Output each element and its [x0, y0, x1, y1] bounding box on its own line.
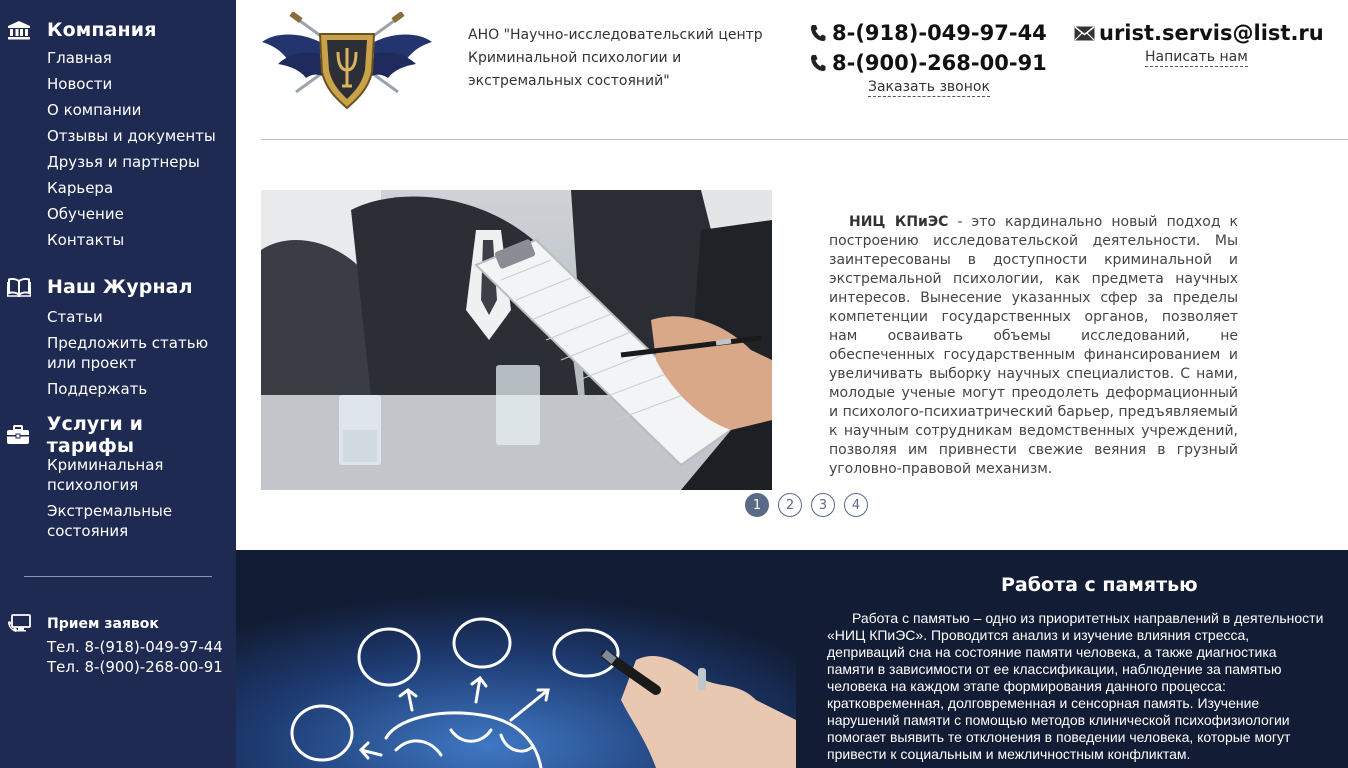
sidebar-phone-2[interactable]: Тел. 8-(900)-268-00-91	[0, 657, 236, 677]
header-phone-1-text: 8-(918)-049-97-44	[832, 21, 1047, 45]
phone-icon	[810, 24, 832, 42]
sidebar-phone-1[interactable]: Тел. 8-(918)-049-97-44	[0, 637, 236, 657]
header-email-text: urist.servis@list.ru	[1099, 21, 1324, 45]
sidebar-section-title: Услуги и тарифы	[46, 413, 143, 457]
sidebar-item-suggest-article[interactable]: Предложить статью или проект	[47, 333, 217, 373]
header-divider	[261, 139, 1348, 140]
header-phones: 8-(918)-049-97-44 8-(900)-268-00-91	[810, 18, 1050, 78]
sidebar-item-criminal-psychology[interactable]: Криминальная психология	[47, 455, 177, 495]
slider-page-1[interactable]: 1	[745, 493, 769, 517]
order-call-link[interactable]: Заказать звонок	[868, 79, 990, 97]
book-icon	[0, 277, 47, 297]
sidebar-section-services: Услуги и тарифы Криминальная психология …	[0, 413, 236, 547]
sidebar-item-news[interactable]: Новости	[47, 74, 236, 94]
phone-icon	[810, 54, 832, 72]
slider-page-3[interactable]: 3	[811, 493, 835, 517]
header-email[interactable]: urist.servis@list.ru	[1074, 18, 1324, 48]
sidebar-divider	[24, 576, 212, 577]
slider-page-4[interactable]: 4	[844, 493, 868, 517]
logo[interactable]	[260, 11, 434, 110]
memory-title: Работа с памятью	[1001, 574, 1198, 596]
header-phone-1[interactable]: 8-(918)-049-97-44	[810, 18, 1050, 48]
slider-pagination: 1 2 3 4	[745, 493, 868, 517]
memory-image-brain-diagram	[236, 550, 796, 768]
header-phone-2[interactable]: 8-(900)-268-00-91	[810, 48, 1050, 78]
slide-text-lead: НИЦ КПиЭС	[849, 214, 949, 230]
envelope-icon	[1074, 25, 1099, 41]
briefcase-icon	[0, 425, 47, 445]
sidebar-section-header[interactable]: Услуги и тарифы	[0, 413, 236, 457]
sidebar-item-home[interactable]: Главная	[47, 48, 236, 68]
monitor-phone-icon	[0, 614, 47, 634]
header-phone-2-text: 8-(900)-268-00-91	[832, 51, 1047, 75]
sidebar-item-partners[interactable]: Друзья и партнеры	[47, 152, 236, 172]
sidebar-item-articles[interactable]: Статьи	[47, 307, 236, 327]
sidebar-item-education[interactable]: Обучение	[47, 204, 236, 224]
sidebar-section-title: Компания	[47, 19, 157, 41]
memory-text: Работа с памятью – одно из приоритетных …	[827, 610, 1324, 762]
slide-image-business-meeting	[261, 190, 772, 490]
write-us-link[interactable]: Написать нам	[1145, 49, 1248, 67]
memory-section: Работа с памятью Работа с памятью – одно…	[236, 550, 1348, 768]
slide-text: НИЦ КПиЭС - это кардинально новый подход…	[829, 213, 1238, 479]
sidebar-section-journal: Наш Журнал Статьи Предложить статью или …	[0, 275, 236, 405]
sidebar-item-career[interactable]: Карьера	[47, 178, 236, 198]
sidebar-item-support[interactable]: Поддержать	[47, 379, 236, 399]
contacts-title: Прием заявок	[47, 616, 159, 632]
sidebar-contacts: Прием заявок Тел. 8-(918)-049-97-44 Тел.…	[0, 614, 236, 677]
sidebar-section-title: Наш Журнал	[47, 276, 193, 298]
bank-icon	[0, 20, 47, 40]
sidebar-section-header[interactable]: Компания	[0, 18, 236, 42]
sidebar-item-extreme-states[interactable]: Экстремальные состояния	[47, 501, 187, 541]
sidebar-section-company: Компания Главная Новости О компании Отзы…	[0, 18, 236, 256]
sidebar-item-reviews[interactable]: Отзывы и документы	[47, 126, 236, 146]
organization-name: АНО "Научно-исследовательский центр Крим…	[468, 27, 763, 89]
slide-text-body: - это кардинально новый подход к построе…	[829, 214, 1238, 477]
sidebar-item-contacts[interactable]: Контакты	[47, 230, 236, 250]
slider-page-2[interactable]: 2	[778, 493, 802, 517]
sidebar: Компания Главная Новости О компании Отзы…	[0, 0, 236, 768]
sidebar-section-header[interactable]: Наш Журнал	[0, 275, 236, 299]
sidebar-item-about[interactable]: О компании	[47, 100, 236, 120]
